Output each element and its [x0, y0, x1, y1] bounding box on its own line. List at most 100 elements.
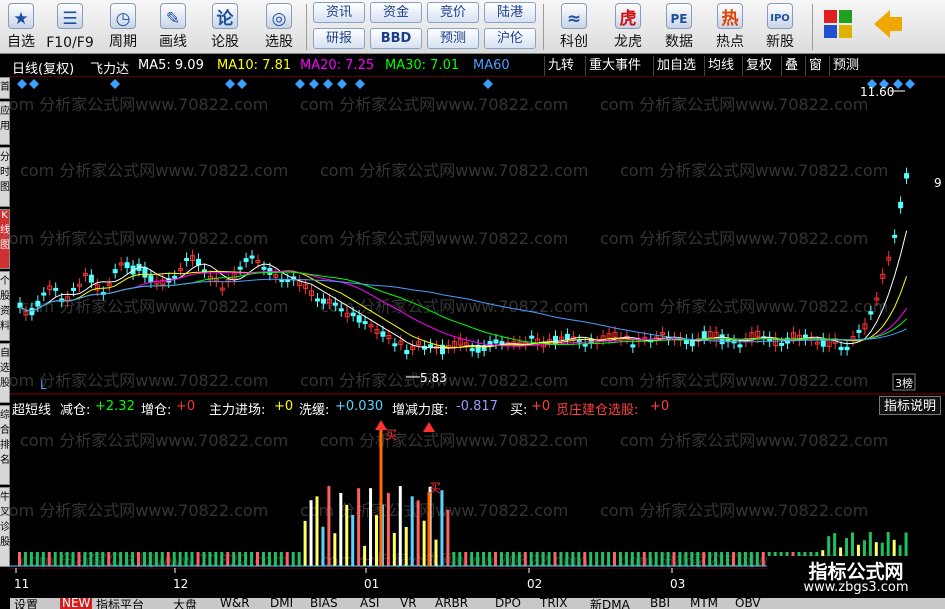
candle-body — [702, 332, 706, 339]
candle-body — [405, 350, 409, 353]
tab-kline[interactable]: K线图 — [0, 209, 10, 269]
indicator-bar — [250, 552, 253, 566]
dragon-tiger-button[interactable]: 虎 龙虎 — [605, 0, 651, 54]
tab-dpo[interactable]: DPO — [495, 598, 521, 609]
indicator-bar — [512, 552, 515, 566]
candle-body — [173, 276, 177, 278]
candle-body — [333, 303, 337, 305]
auction-button[interactable]: 竞价 — [427, 2, 479, 23]
tab-trix[interactable]: TRIX — [540, 598, 567, 609]
indicator-bar — [321, 527, 324, 566]
ma5-line — [20, 231, 907, 348]
tab-diagnosis[interactable]: 牛叉诊股 — [0, 487, 10, 567]
tab-apps[interactable]: 应用 — [0, 101, 10, 145]
indicator-bar — [542, 552, 545, 566]
candle-body — [565, 334, 569, 339]
candle-body — [357, 316, 361, 322]
indicator-bar — [36, 552, 39, 566]
kechuang-button[interactable]: ≈ 科创 — [551, 0, 597, 54]
indicator-bar — [518, 552, 521, 566]
tab-ranking[interactable]: 综合排名 — [0, 405, 10, 485]
corner-tag[interactable]: 3榜 — [895, 376, 913, 390]
stock-picker-button[interactable]: ◎ 选股 — [256, 0, 302, 54]
tab-new-dma[interactable]: 新DMA — [590, 598, 630, 609]
bbd-button[interactable]: BBD — [370, 28, 422, 49]
indicator-bar — [565, 552, 568, 566]
candle-body — [18, 303, 22, 307]
funds-button[interactable]: 资金 — [370, 2, 422, 23]
candle-body — [244, 259, 248, 262]
add-watchlist-button[interactable]: 加自选 — [653, 56, 699, 76]
major-events-button[interactable]: 重大事件 — [585, 56, 644, 76]
candle-body — [143, 268, 147, 277]
period-label[interactable]: 日线(复权) — [12, 58, 74, 77]
indicator-help-button[interactable]: 指标说明 — [879, 396, 941, 415]
indicator-bar — [143, 552, 146, 566]
indicator-bar — [107, 552, 110, 566]
forecast-button[interactable]: 预测 — [427, 28, 479, 49]
indicator-bar — [232, 552, 235, 566]
indicator-bar — [440, 490, 443, 566]
indicator-bar — [452, 552, 455, 566]
shanghai-london-button[interactable]: 沪伦 — [484, 28, 536, 49]
tab-asi[interactable]: ASI — [360, 598, 379, 609]
new-stock-button[interactable]: IPO 新股 — [757, 0, 803, 54]
event-marker-icon — [295, 79, 305, 89]
draw-line-button[interactable]: ✎ 画线 — [150, 0, 196, 54]
ma-settings-button[interactable]: 均线 — [704, 56, 737, 76]
main-toolbar: ★ 自选 ☰ F10/F9 ◷ 周期 ✎ 画线 论 论股 ◎ 选股 资讯 资金 … — [0, 0, 945, 54]
tab-watchlist[interactable]: 自选股 — [0, 343, 10, 403]
self-select-button[interactable]: ★ 自选 — [0, 0, 42, 54]
adjust-button[interactable]: 复权 — [742, 56, 775, 76]
indicator-chart[interactable]: 买 买 — [10, 416, 945, 568]
layout-button[interactable] — [818, 0, 858, 54]
overlay-button[interactable]: 叠 — [781, 56, 801, 76]
tab-dmi[interactable]: DMI — [270, 598, 293, 609]
indicator-bar — [619, 552, 622, 566]
indicator-bar — [256, 552, 259, 566]
hotspot-button[interactable]: 热 热点 — [707, 0, 753, 54]
buy-signal-label: 买 — [385, 428, 397, 442]
event-marker-icon — [110, 79, 120, 89]
period-button[interactable]: ◷ 周期 — [100, 0, 146, 54]
indicator-bar: 超短线 减仓: +2.32 增仓: +0 主力进场: +0 洗缓: +0.030… — [10, 396, 945, 416]
news-button[interactable]: 资讯 — [313, 2, 365, 23]
indicator-value-wash: +0.030 — [335, 399, 383, 414]
candle-body — [125, 263, 129, 268]
indicator-bar — [583, 552, 586, 566]
indicator-bar — [280, 552, 283, 566]
tab-bias[interactable]: BIAS — [310, 598, 338, 609]
window-button[interactable]: 窗 — [805, 56, 825, 76]
f10-button[interactable]: ☰ F10/F9 — [44, 0, 96, 54]
indicator-bar — [369, 488, 372, 566]
indicator-bar — [696, 552, 699, 566]
tab-vr[interactable]: VR — [400, 598, 417, 609]
event-marker-icon — [323, 79, 333, 89]
tab-home[interactable]: 首 — [0, 77, 10, 99]
discuss-stock-button[interactable]: 论 论股 — [202, 0, 248, 54]
data-button[interactable]: PE 数据 — [656, 0, 702, 54]
research-button[interactable]: 研报 — [313, 28, 365, 49]
tab-bbi[interactable]: BBI — [650, 598, 670, 609]
tab-stock-profile[interactable]: 个股资料 — [0, 271, 10, 341]
tab-settings[interactable]: 设置 — [14, 598, 38, 609]
left-tab-strip: 首 应用 分时图 K线图 个股资料 自选股 综合排名 牛叉诊股 — [0, 55, 10, 609]
back-button[interactable] — [868, 0, 908, 54]
tab-new[interactable]: NEW — [60, 598, 92, 609]
tab-market[interactable]: 大盘 — [173, 598, 197, 609]
tab-arbr[interactable]: ARBR — [435, 598, 468, 609]
tab-indicator-platform[interactable]: 指标平台 — [96, 598, 144, 609]
pencil-icon: ✎ — [160, 3, 186, 29]
tab-mtm[interactable]: MTM — [690, 598, 718, 609]
nine-turn-button[interactable]: 九转 — [544, 56, 577, 76]
indicator-bar — [333, 533, 336, 566]
tab-intraday[interactable]: 分时图 — [0, 147, 10, 207]
hk-connect-button[interactable]: 陆港 — [484, 2, 536, 23]
indicator-bar — [226, 552, 229, 566]
predict-button[interactable]: 预测 — [829, 56, 862, 76]
kline-chart[interactable]: 11.60 5.83 9 L 3榜 — [10, 77, 945, 395]
tab-wr[interactable]: W&R — [220, 598, 250, 609]
indicator-bar — [744, 552, 747, 566]
tab-obv[interactable]: OBV — [735, 598, 761, 609]
indicator-bar — [625, 552, 628, 566]
